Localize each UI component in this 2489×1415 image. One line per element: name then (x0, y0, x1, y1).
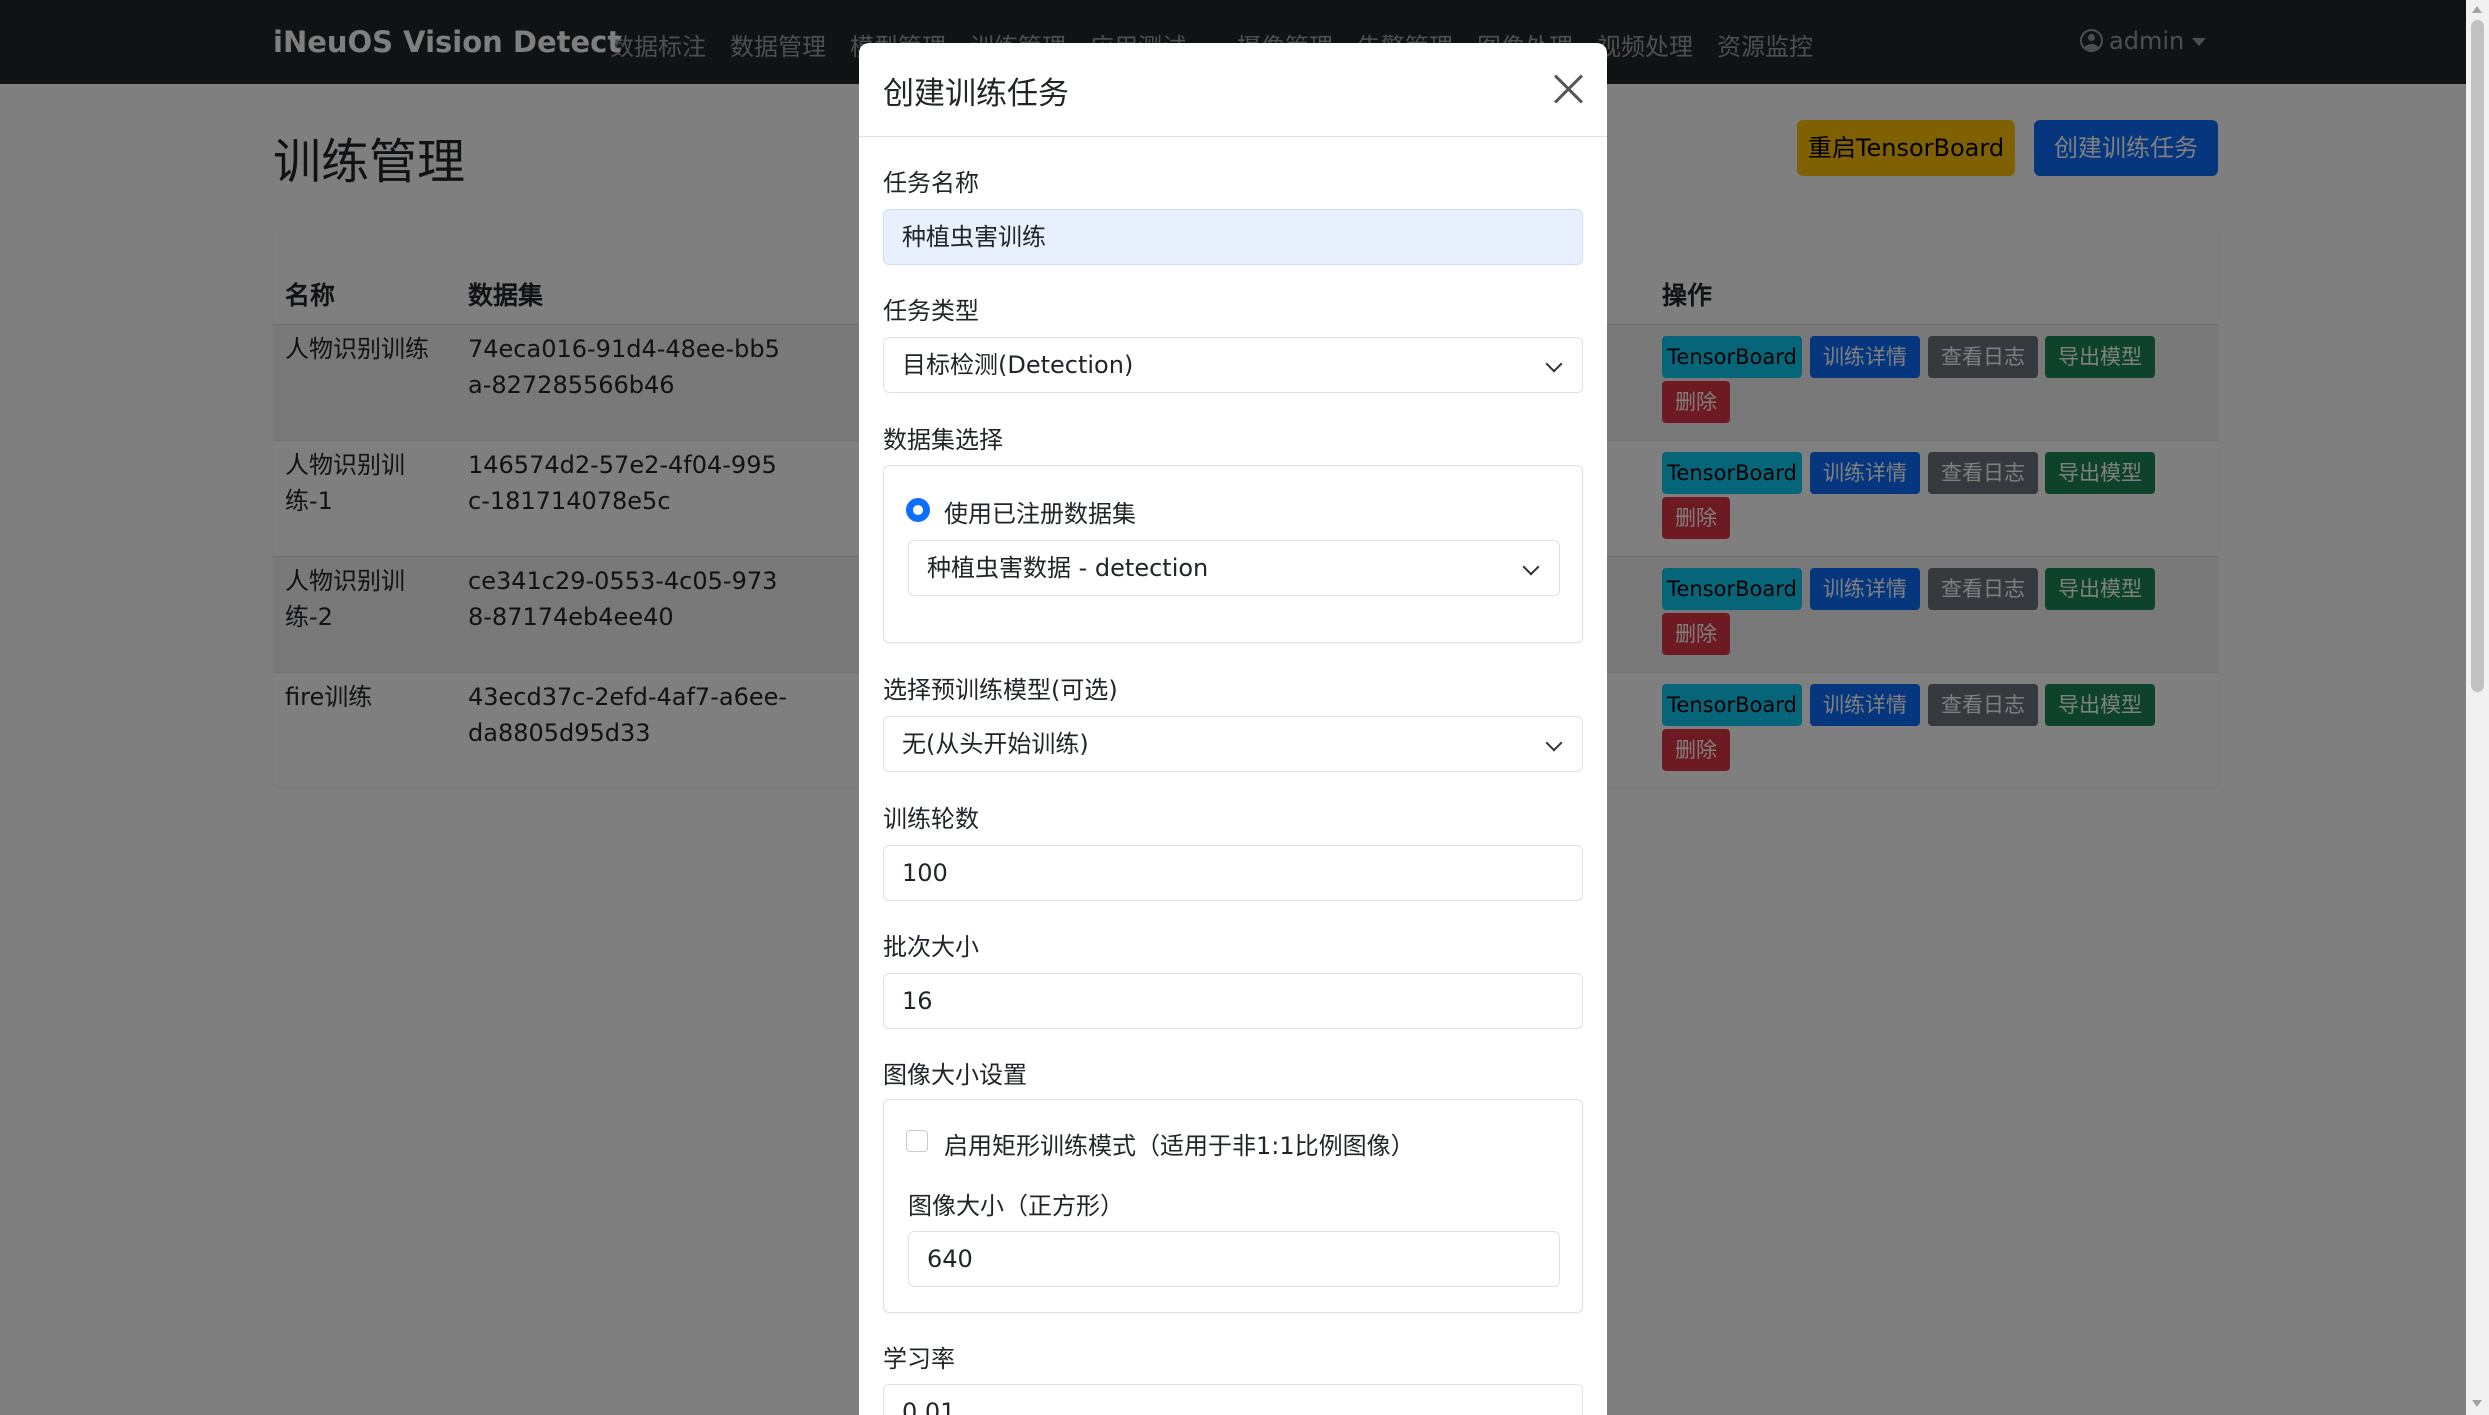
scroll-down-arrow-icon[interactable] (2472, 1400, 2482, 1407)
dataset-selection-group: 使用已注册数据集 种植虫害数据 - detection (883, 465, 1583, 643)
modal-title: 创建训练任务 (883, 76, 1069, 112)
scroll-up-arrow-icon[interactable] (2472, 6, 2482, 13)
epochs-input[interactable]: 100 (883, 845, 1583, 901)
rect-mode-checkbox[interactable] (906, 1130, 928, 1152)
registered-dataset-radio[interactable] (906, 498, 930, 522)
dataset-select[interactable]: 种植虫害数据 - detection (908, 540, 1560, 596)
pretrained-model-select[interactable]: 无(从头开始训练) (883, 716, 1583, 772)
task-name-input[interactable]: 种植虫害训练 (883, 209, 1583, 265)
epochs-label: 训练轮数 (883, 805, 979, 833)
close-icon[interactable] (1552, 73, 1584, 105)
square-size-label: 图像大小（正方形） (908, 1192, 1124, 1220)
create-task-modal: 创建训练任务 任务名称 种植虫害训练 任务类型 目标检测(Detection) … (859, 43, 1607, 1415)
learning-rate-label: 学习率 (883, 1345, 955, 1373)
rect-mode-label: 启用矩形训练模式（适用于非1:1比例图像） (944, 1132, 1415, 1160)
batch-size-input[interactable]: 16 (883, 973, 1583, 1029)
task-type-label: 任务类型 (883, 297, 979, 325)
page-scrollbar[interactable] (2466, 0, 2489, 1415)
pretrained-model-value: 无(从头开始训练) (902, 730, 1089, 758)
task-name-label: 任务名称 (883, 169, 979, 197)
batch-size-label: 批次大小 (883, 933, 979, 961)
chevron-down-icon (1545, 355, 1563, 373)
scrollbar-thumb[interactable] (2471, 20, 2484, 692)
modal-header: 创建训练任务 (859, 43, 1607, 137)
square-size-input[interactable]: 640 (908, 1231, 1560, 1287)
registered-dataset-label: 使用已注册数据集 (944, 500, 1136, 528)
learning-rate-input[interactable]: 0.01 (883, 1384, 1583, 1415)
pretrained-model-label: 选择预训练模型(可选) (883, 676, 1118, 704)
dataset-value: 种植虫害数据 - detection (927, 554, 1209, 582)
dataset-selection-label: 数据集选择 (883, 426, 1003, 454)
task-type-select[interactable]: 目标检测(Detection) (883, 337, 1583, 393)
image-size-label: 图像大小设置 (883, 1061, 1027, 1089)
chevron-down-icon (1522, 558, 1540, 576)
chevron-down-icon (1545, 734, 1563, 752)
image-size-group: 启用矩形训练模式（适用于非1:1比例图像） 图像大小（正方形） 640 (883, 1099, 1583, 1313)
task-type-value: 目标检测(Detection) (902, 351, 1134, 379)
